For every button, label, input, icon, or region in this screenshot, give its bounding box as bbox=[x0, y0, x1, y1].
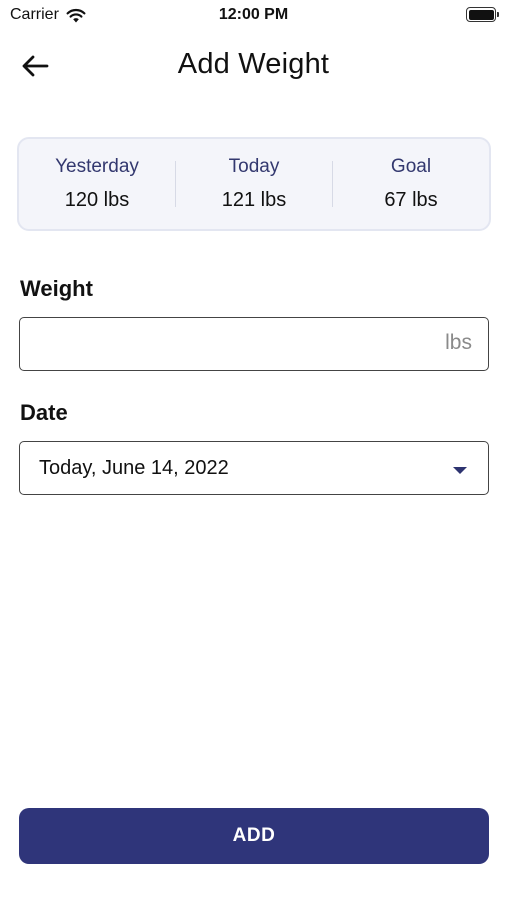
weight-summary-card: Yesterday 120 lbs Today 121 lbs Goal 67 … bbox=[17, 137, 491, 231]
battery-icon bbox=[466, 7, 499, 22]
summary-today: Today 121 lbs bbox=[176, 156, 332, 212]
summary-value: 67 lbs bbox=[384, 189, 438, 211]
summary-label: Goal bbox=[390, 156, 432, 177]
weight-input[interactable] bbox=[20, 318, 430, 370]
page-title: Add Weight bbox=[177, 48, 330, 80]
status-bar: Carrier 12:00 PM bbox=[0, 0, 507, 30]
date-label: Date bbox=[20, 400, 68, 425]
caret-down-icon bbox=[453, 467, 467, 474]
unit-suffix: lbs bbox=[445, 331, 472, 354]
date-selected-value: Today, June 14, 2022 bbox=[39, 457, 229, 479]
weight-field[interactable]: lbs bbox=[19, 317, 489, 371]
date-dropdown[interactable]: Today, June 14, 2022 bbox=[19, 441, 489, 495]
add-weight-screen: Carrier 12:00 PM Add Weight Yesterday 12… bbox=[0, 0, 507, 900]
summary-yesterday: Yesterday 120 lbs bbox=[19, 156, 175, 212]
weight-label: Weight bbox=[20, 276, 93, 301]
summary-label: Yesterday bbox=[55, 156, 139, 177]
add-button[interactable]: ADD bbox=[19, 808, 489, 864]
summary-value: 120 lbs bbox=[64, 189, 130, 211]
summary-goal: Goal 67 lbs bbox=[333, 156, 489, 212]
status-time: 12:00 PM bbox=[218, 6, 289, 23]
summary-label: Today bbox=[228, 156, 280, 177]
summary-value: 121 lbs bbox=[221, 189, 287, 211]
